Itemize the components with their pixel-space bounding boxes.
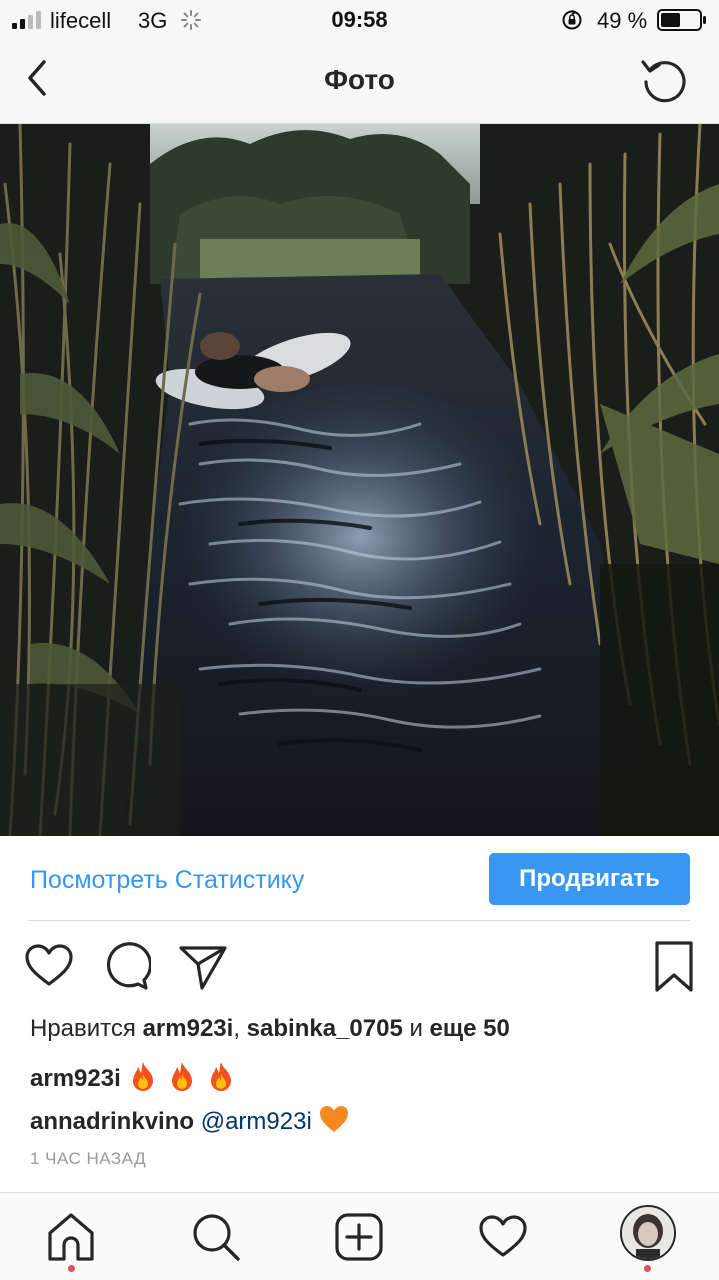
fire-emoji-icon [210,1062,231,1091]
like-username[interactable]: sabinka_0705 [247,1015,403,1042]
divider [28,920,690,921]
post-photo[interactable] [0,124,719,836]
network-type-label: 3G [138,8,168,33]
comment: annadrinkvino @arm923i [30,1103,350,1136]
fire-emoji-icon [172,1062,193,1091]
activity-spinner-icon [181,10,201,30]
likes-summary: Нравится arm923i, sabinka_0705 и еще 50 [30,1015,510,1043]
comment: arm923i [30,1060,237,1093]
avatar-image [622,1207,674,1259]
home-notification-dot [68,1265,75,1272]
carrier-label: lifecell [50,8,112,33]
refresh-icon[interactable] [638,54,690,106]
view-insights-link[interactable]: Посмотреть Статистику [30,866,304,895]
nav-header: Фото [0,40,719,124]
comment-username[interactable]: arm923i [30,1065,121,1092]
profile-avatar[interactable] [620,1205,676,1261]
tab-bar [0,1192,719,1280]
search-icon[interactable] [190,1211,242,1263]
home-icon[interactable] [45,1211,97,1263]
comment-icon[interactable] [101,942,151,992]
new-post-icon[interactable] [333,1211,385,1263]
page-title: Фото [324,64,395,95]
fire-emoji-icon [133,1062,154,1091]
likes-separator: , [233,1015,240,1042]
activity-heart-icon[interactable] [477,1211,529,1263]
signal-icon [12,11,41,29]
back-chevron-icon[interactable] [22,58,54,98]
comment-mention[interactable]: @arm923i [201,1108,312,1135]
battery-icon [657,9,706,31]
status-bar: lifecell 3G 09:58 49 % [0,0,719,40]
promote-button[interactable]: Продвигать [489,853,690,905]
likes-prefix: Нравится [30,1015,136,1042]
comment-username[interactable]: annadrinkvino [30,1108,194,1135]
likes-others-count[interactable]: еще 50 [430,1015,510,1042]
like-username[interactable]: arm923i [143,1015,234,1042]
orange-heart-emoji-icon [320,1106,349,1132]
share-icon[interactable] [178,942,228,992]
insights-row: Посмотреть Статистику Продвигать [0,836,719,922]
post-timestamp: 1 ЧАС НАЗАД [30,1149,147,1168]
battery-percentage: 49 % [597,8,648,33]
likes-conjunction: и [409,1015,423,1042]
profile-notification-dot [644,1265,651,1272]
heart-icon[interactable] [24,942,74,992]
bookmark-icon[interactable] [651,940,697,994]
rotation-lock-icon [562,9,582,30]
